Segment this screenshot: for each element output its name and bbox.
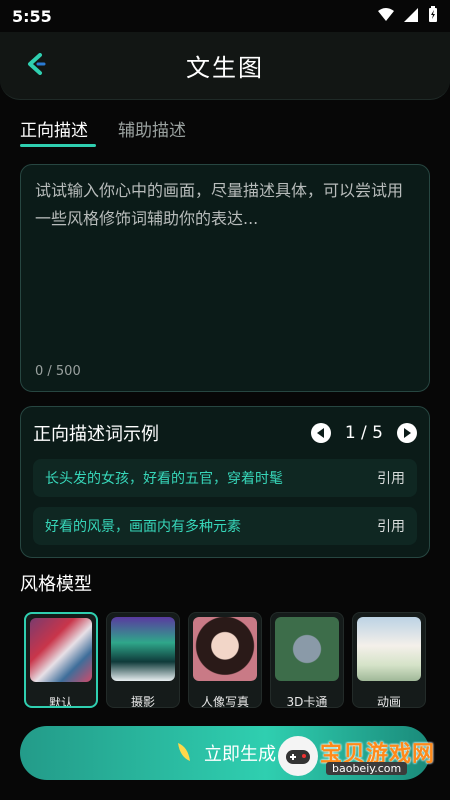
signal-icon [404, 7, 418, 26]
tab-positive-description[interactable]: 正向描述 [20, 110, 96, 150]
prompt-input[interactable] [35, 177, 415, 357]
page-title: 文生图 [186, 54, 264, 82]
examples-pager: 1 / 5 [310, 423, 417, 443]
caret-left-icon [316, 428, 324, 438]
model-thumbnail [30, 618, 92, 682]
model-thumbnail [357, 617, 421, 681]
model-label: 摄影 [130, 695, 155, 708]
char-counter: 0 / 500 [35, 364, 81, 379]
cite-button[interactable]: 引用 [377, 516, 405, 536]
back-button[interactable] [20, 50, 52, 82]
caret-right-icon [404, 428, 411, 438]
gamepad-logo-icon [278, 736, 318, 776]
example-text: 长头发的女孩，好看的五官，穿着时髦 [45, 471, 283, 487]
model-thumbnail [275, 617, 339, 681]
style-model-list: 默认 摄影 人像写真 3D卡通 动画 [24, 612, 434, 708]
prev-page-button[interactable] [310, 423, 331, 443]
prompt-panel: 0 / 500 [20, 164, 430, 392]
examples-panel: 正向描述词示例 1 / 5 长头发的女孩，好看的五官，穿着时髦 引用 好看的风景… [20, 406, 430, 558]
back-arrow-icon [26, 53, 46, 79]
page-indicator: 1 / 5 [344, 423, 383, 443]
examples-header: 正向描述词示例 1 / 5 [33, 417, 417, 449]
app-header: 文生图 [0, 32, 450, 100]
example-item: 好看的风景，画面内有多种元素 引用 [33, 507, 417, 545]
generate-label: 立即生成 [204, 744, 276, 764]
status-time: 5:55 [12, 6, 52, 26]
style-model-3d-cartoon[interactable]: 3D卡通 [270, 612, 344, 708]
model-thumbnail [111, 617, 175, 681]
sparkle-icon [174, 741, 194, 766]
style-models-title: 风格模型 [20, 574, 92, 595]
style-model-portrait[interactable]: 人像写真 [188, 612, 262, 708]
watermark-url: baobeiy.com [326, 762, 408, 775]
model-label: 3D卡通 [286, 695, 328, 708]
style-model-anime[interactable]: 动画 [352, 612, 426, 708]
watermark: 宝贝游戏网 baobeiy.com [270, 732, 440, 784]
battery-icon [428, 6, 438, 26]
examples-title: 正向描述词示例 [33, 424, 159, 445]
description-tabs: 正向描述 辅助描述 [20, 110, 186, 150]
model-thumbnail [193, 617, 257, 681]
model-label: 人像写真 [200, 695, 249, 708]
status-icons [378, 6, 438, 26]
style-model-default[interactable]: 默认 [24, 612, 98, 708]
model-label: 动画 [376, 695, 401, 708]
tab-auxiliary-description[interactable]: 辅助描述 [118, 110, 186, 150]
status-bar: 5:55 [0, 0, 450, 32]
example-text: 好看的风景，画面内有多种元素 [45, 519, 241, 535]
cite-button[interactable]: 引用 [377, 468, 405, 488]
wifi-icon [378, 7, 394, 26]
next-page-button[interactable] [397, 423, 417, 443]
model-label: 默认 [48, 696, 73, 708]
example-item: 长头发的女孩，好看的五官，穿着时髦 引用 [33, 459, 417, 497]
style-model-photography[interactable]: 摄影 [106, 612, 180, 708]
